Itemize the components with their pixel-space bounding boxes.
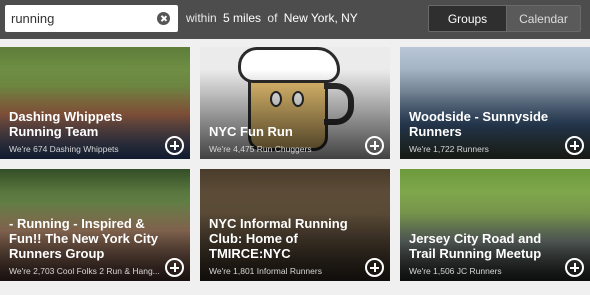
location-filter: within 5 miles of New York, NY <box>186 11 361 25</box>
group-members: We're 4,475 Run Chuggers <box>209 144 312 154</box>
group-card-woodside-sunnyside[interactable]: Woodside - Sunnyside Runners We're 1,722… <box>400 47 590 159</box>
group-card-nyc-fun-run[interactable]: NYC Fun Run We're 4,475 Run Chuggers <box>200 47 390 159</box>
plus-circle-icon[interactable] <box>565 258 584 277</box>
group-title[interactable]: Jersey City Road and Trail Running Meetu… <box>409 231 559 261</box>
group-members: We're 674 Dashing Whippets <box>9 144 119 154</box>
search-box[interactable] <box>5 5 178 32</box>
group-title[interactable]: NYC Fun Run <box>209 124 359 139</box>
group-members: We're 1,801 Informal Runners <box>209 266 322 276</box>
location-of: of <box>267 11 278 25</box>
group-title[interactable]: - Running - Inspired & Fun!! The New Yor… <box>9 216 159 261</box>
group-card-nyc-informal-running-club[interactable]: NYC Informal Running Club: Home of TMIRC… <box>200 169 390 281</box>
clear-search-icon[interactable] <box>157 12 170 25</box>
plus-circle-icon[interactable] <box>365 258 384 277</box>
search-input[interactable] <box>11 5 156 32</box>
top-bar: within 5 miles of New York, NY Groups Ca… <box>0 0 590 39</box>
group-title[interactable]: Dashing Whippets Running Team <box>9 109 159 139</box>
calendar-tab[interactable]: Calendar <box>506 5 581 32</box>
group-members: We're 2,703 Cool Folks 2 Run & Hang... <box>9 266 159 276</box>
plus-circle-icon[interactable] <box>165 258 184 277</box>
group-title[interactable]: Woodside - Sunnyside Runners <box>409 109 559 139</box>
group-card-jersey-city-running[interactable]: Jersey City Road and Trail Running Meetu… <box>400 169 590 281</box>
group-title[interactable]: NYC Informal Running Club: Home of TMIRC… <box>209 216 359 261</box>
plus-circle-icon[interactable] <box>165 136 184 155</box>
plus-circle-icon[interactable] <box>365 136 384 155</box>
group-card-dashing-whippets[interactable]: Dashing Whippets Running Team We're 674 … <box>0 47 190 159</box>
distance-select[interactable]: 5 miles <box>223 11 261 25</box>
location-prefix: within <box>186 11 217 25</box>
group-card-nyc-runners-group[interactable]: - Running - Inspired & Fun!! The New Yor… <box>0 169 190 281</box>
city-select[interactable]: New York, NY <box>284 11 358 25</box>
group-members: We're 1,722 Runners <box>409 144 489 154</box>
plus-circle-icon[interactable] <box>565 136 584 155</box>
groups-tab[interactable]: Groups <box>428 5 507 32</box>
group-members: We're 1,506 JC Runners <box>409 266 502 276</box>
